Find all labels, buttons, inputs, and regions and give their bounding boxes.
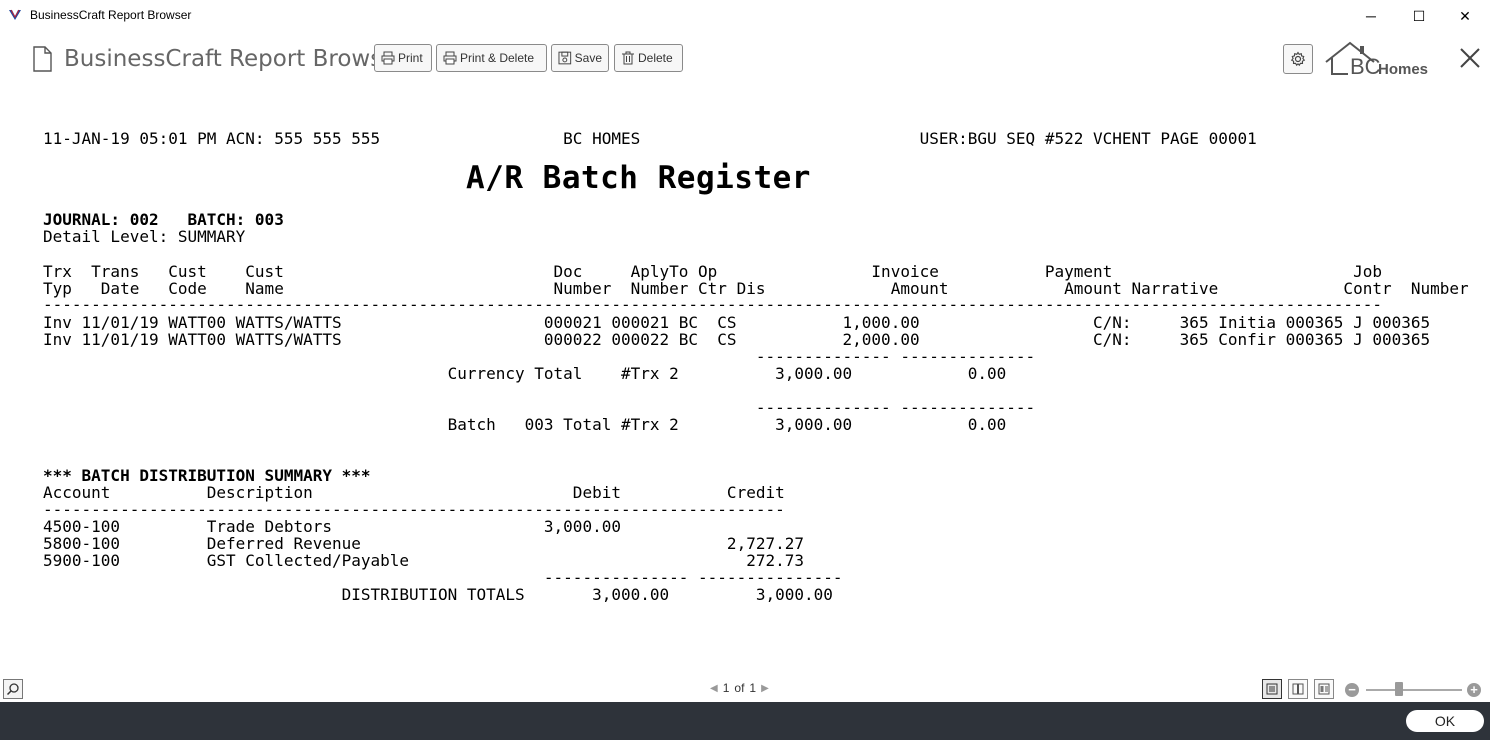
save-icon (558, 51, 572, 65)
table-row: Inv 11/01/19 WATT00 WATTS/WATTS 000022 0… (43, 330, 1431, 349)
gear-icon (1290, 51, 1306, 67)
distribution-row: 5800-100 Deferred Revenue 2,727.27 (43, 534, 804, 553)
toolbar: BusinessCraft Report Browser Print Print… (0, 32, 1490, 89)
batch-total: Batch 003 Total #Trx 2 3,000.00 0.00 (43, 415, 1007, 434)
app-logo-icon (9, 9, 21, 20)
report-title: A/R Batch Register (466, 160, 811, 196)
report-viewer: 11-JAN-19 05:01 PM ACN: 555 555 555 BC H… (0, 88, 1490, 606)
total-pages: 1 (749, 681, 757, 695)
zoom-out-icon: − (1348, 682, 1356, 697)
prev-page-icon[interactable]: ◀ (710, 683, 718, 694)
single-page-view-button[interactable] (1262, 679, 1282, 699)
window-title: BusinessCraft Report Browser (30, 8, 192, 22)
settings-button[interactable] (1283, 44, 1313, 74)
zoom-in-button[interactable]: + (1467, 683, 1481, 697)
batch-rule: -------------- -------------- (43, 398, 1036, 417)
next-page-icon[interactable]: ▶ (761, 683, 769, 694)
print-button[interactable]: Print (374, 44, 432, 72)
window-close-icon: ✕ (1459, 7, 1471, 24)
search-icon (6, 683, 19, 696)
minimize-button[interactable]: ─ (1348, 0, 1394, 32)
zoom-out-button[interactable]: − (1345, 683, 1359, 697)
status-bar: ◀ 1 of 1 ▶ − + (0, 606, 1490, 702)
brand-homes-text: Homes (1378, 61, 1428, 78)
dialog-footer: OK (0, 702, 1490, 740)
printer-icon (443, 51, 457, 65)
two-page-view-button[interactable] (1288, 679, 1308, 699)
distribution-header: Account Description Debit Credit (43, 483, 785, 502)
maximize-button[interactable]: ☐ (1396, 0, 1442, 32)
ok-button[interactable]: OK (1406, 710, 1484, 732)
single-page-icon (1266, 683, 1278, 695)
search-button[interactable] (3, 679, 23, 699)
brand-logo: BC Homes (1324, 40, 1436, 80)
zoom-slider-track[interactable] (1366, 689, 1462, 691)
distribution-rule: --------------- --------------- (43, 568, 843, 587)
journal-line: JOURNAL: 002 BATCH: 003 (43, 210, 284, 229)
column-header-1: Trx Trans Cust Cust Doc AplyTo Op Invoic… (43, 262, 1382, 281)
maximize-icon: ☐ (1412, 7, 1426, 24)
distribution-totals: DISTRIBUTION TOTALS 3,000.00 3,000.00 (43, 585, 833, 604)
zoom-in-icon: + (1470, 682, 1478, 697)
printer-icon (381, 51, 395, 65)
window-close-button[interactable]: ✕ (1442, 0, 1488, 32)
distribution-separator: ----------------------------------------… (43, 500, 785, 519)
currency-total: Currency Total #Trx 2 3,000.00 0.00 (43, 364, 1007, 383)
page-navigator: ◀ 1 of 1 ▶ (710, 681, 769, 695)
print-label: Print (398, 51, 423, 65)
subtotal-rule: -------------- -------------- (43, 347, 1036, 366)
print-delete-button[interactable]: Print & Delete (436, 44, 547, 72)
two-page-icon (1292, 683, 1304, 695)
delete-button[interactable]: Delete (614, 44, 683, 72)
detail-level: Detail Level: SUMMARY (43, 227, 246, 246)
current-page: 1 (722, 681, 730, 695)
report-header-line: 11-JAN-19 05:01 PM ACN: 555 555 555 BC H… (43, 129, 1257, 148)
minimize-icon: ─ (1366, 8, 1376, 24)
multi-page-icon (1318, 683, 1330, 695)
zoom-slider-thumb[interactable] (1395, 682, 1403, 696)
app-title: BusinessCraft Report Browser (64, 46, 406, 72)
brand-bc-text: BC (1350, 54, 1381, 79)
house-logo-icon: BC Homes (1325, 41, 1428, 79)
page-of-label: of (734, 681, 745, 695)
window-titlebar: BusinessCraft Report Browser ─ ☐ ✕ (0, 0, 1490, 32)
delete-label: Delete (638, 51, 673, 65)
close-report-icon[interactable] (1458, 46, 1482, 70)
save-label: Save (574, 51, 602, 65)
distribution-row: 4500-100 Trade Debtors 3,000.00 (43, 517, 621, 536)
document-icon (33, 46, 52, 72)
multi-page-view-button[interactable] (1314, 679, 1334, 699)
trash-icon (622, 51, 634, 65)
distribution-row: 5900-100 GST Collected/Payable 272.73 (43, 551, 804, 570)
header-separator: ----------------------------------------… (43, 295, 1382, 314)
print-delete-label: Print & Delete (460, 51, 535, 65)
distribution-title: *** BATCH DISTRIBUTION SUMMARY *** (43, 466, 371, 485)
table-row: Inv 11/01/19 WATT00 WATTS/WATTS 000021 0… (43, 313, 1431, 332)
save-button[interactable]: Save (551, 44, 609, 72)
